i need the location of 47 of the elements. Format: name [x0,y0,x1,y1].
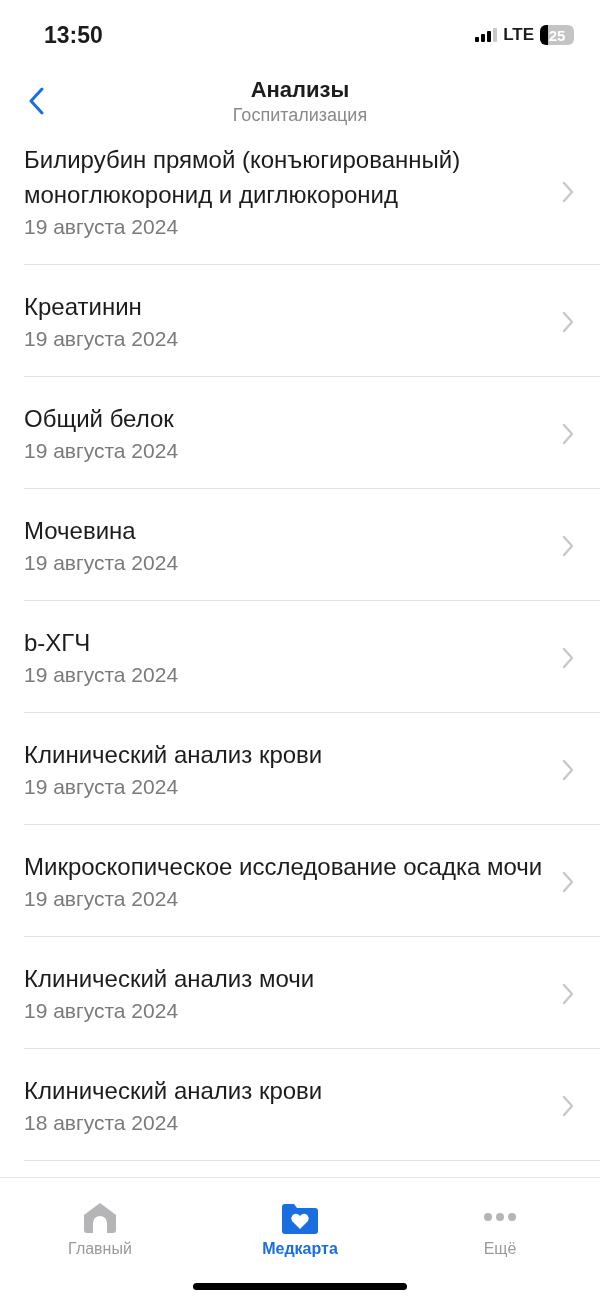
analysis-list-item[interactable]: b-ХГЧ 19 августа 2024 [24,601,600,713]
chevron-icon [562,310,574,333]
analysis-list-item[interactable]: Общий белок 19 августа 2024 [24,377,600,489]
analysis-date: 19 августа 2024 [24,326,180,352]
chevron-icon [562,181,574,203]
chevron-icon [562,1094,574,1117]
analysis-title: Мочевина [24,516,137,546]
more-icon [483,1212,517,1222]
page-title: Анализы [250,76,350,104]
status-time: 13:50 [44,21,103,49]
chevron-icon [562,982,574,1005]
analysis-title: Клинический анализ крови [24,1076,324,1106]
chevron-icon [562,534,574,557]
back-icon[interactable] [28,87,44,115]
analysis-title: Клинический анализ мочи [24,964,316,994]
analysis-list-item[interactable]: Креатинин 19 августа 2024 [24,265,600,377]
analysis-list-item[interactable]: Мочевина 19 августа 2024 [24,489,600,601]
analysis-date: 19 августа 2024 [24,662,180,688]
tab-item[interactable]: Медкарта [200,1178,400,1258]
analysis-title: Общий белок [24,404,175,434]
analysis-title: b-ХГЧ [24,628,92,658]
analysis-title: Клинический анализ крови [24,740,324,770]
analysis-date: 18 августа 2024 [24,1110,180,1136]
analysis-title: Билирубин прямой (конъюгированный) моноглюкоронид и диглюкоронид [24,145,462,210]
chevron-icon [562,870,574,893]
page-subtitle: Госпитализация [232,104,368,126]
chevron-icon [562,422,574,445]
battery-indicator: 25 [540,25,574,45]
analysis-date: 19 августа 2024 [24,998,180,1024]
chevron-icon [562,758,574,781]
analysis-date: 19 августа 2024 [24,886,180,912]
network-label: LTE [503,25,534,45]
analysis-date: 19 августа 2024 [24,438,180,464]
signal-icon [475,28,498,42]
analysis-title: Креатинин [24,292,143,322]
analysis-list-item[interactable]: Билирубин прямой (конъюгированный) моноглюкоронид и диглюкоронид 19 августа 2024 [24,140,600,265]
chevron-icon [562,646,574,669]
analysis-title: Микроскопическое исследование осадка мочи [24,852,544,882]
analysis-date: 19 августа 2024 [24,550,180,576]
house-icon [83,1202,117,1234]
analysis-list-item[interactable]: Микроскопическое исследование осадка мочи 19 августа 2024 [24,825,600,937]
analysis-list-item[interactable]: Клинический анализ крови 19 августа 2024 [24,713,600,825]
folder-heart-icon [282,1204,318,1234]
analysis-date: 19 августа 2024 [24,774,180,800]
analysis-list-item[interactable]: Клинический анализ мочи 19 августа 2024 [24,937,600,1049]
analysis-date: 19 августа 2024 [24,214,180,240]
analysis-list-item[interactable]: Клинический анализ крови 18 августа 2024 [24,1049,600,1161]
